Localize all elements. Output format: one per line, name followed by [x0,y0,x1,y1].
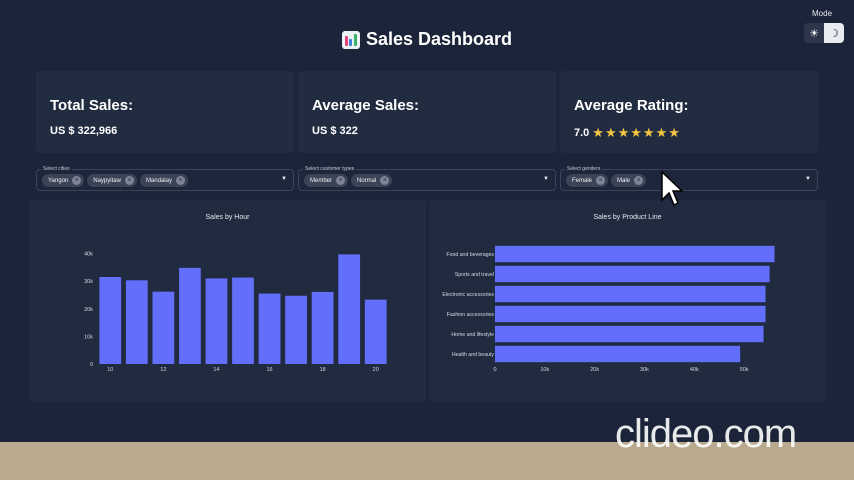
chip-label: Female [572,177,593,184]
page-title: Sales Dashboard [365,29,513,49]
chip-male: Male × [611,174,647,187]
chart-title: Sales by Product Line [593,214,662,221]
remove-chip-icon[interactable]: × [124,176,134,185]
dashboard-app: Mode ☀ ☽ Sales Dashboard Total Sales: US… [0,0,854,442]
chip-normal: Normal × [351,174,393,187]
bar-hour-17 [285,295,307,364]
y-tick-label: 30k [84,279,93,285]
category-label: Food and beverages [446,252,494,258]
chip-label: Male [617,177,631,184]
bar-product-3 [495,305,766,323]
mouse-cursor-icon [661,170,684,207]
page-header: Sales Dashboard [0,29,854,50]
bar-hour-12 [152,291,175,364]
bar-hour-16 [258,293,281,364]
chip-naypyitaw: Naypyitaw × [87,174,137,187]
bar-hour-20 [364,299,387,364]
chevron-down-icon[interactable]: ▼ [281,176,287,182]
sales-by-product-line-panel: Sales by Product Line Food and beverages… [429,200,826,402]
x-tick-label: 40k [690,367,699,373]
bar-product-5 [495,345,741,363]
bar-chart-icon [341,30,360,49]
chart-title: Sales by Hour [205,214,250,221]
gender-filter-select[interactable]: Select genders Female × Male × ▼ [560,166,818,191]
bar-hour-13 [179,267,201,364]
kpi-label: Average Sales: [312,97,420,114]
category-label: Fashion accessories [447,312,495,318]
star-rating-icon: ★★★★★★★ [592,125,681,140]
mode-label: Mode [812,9,833,18]
chip-female: Female × [566,174,609,187]
kpi-total-sales-card: Total Sales: US $ 322,966 [36,71,294,153]
sales-by-product-line-chart: Food and beverages Sports and travel Elect… [442,245,775,373]
y-tick-label: 0 [90,362,93,368]
x-tick-label: 20 [373,367,379,373]
x-tick-label: 0 [493,367,496,373]
x-tick-label: 12 [160,367,166,373]
x-tick-label: 14 [213,367,219,373]
chip-label: Mandalay [145,177,172,184]
remove-chip-icon[interactable]: × [634,176,644,185]
chip-label: Yangon [48,177,69,184]
watermark-logo: clideo.com [615,412,797,456]
category-label: Health and beauty [452,352,495,358]
customer-type-filter-select[interactable]: Select customer types Member × Normal × ▼ [298,166,556,191]
kpi-value: 7.0 [574,127,590,139]
chip-label: Naypyitaw [93,177,121,184]
category-label: Home and lifestyle [451,332,494,338]
kpi-average-sales-card: Average Sales: US $ 322 [298,71,556,153]
sales-by-hour-chart: 0 10k 20k 30k 40k 10 12 14 16 18 20 [84,252,387,373]
kpi-value: US $ 322,966 [50,125,118,137]
chevron-down-icon[interactable]: ▼ [543,176,549,182]
remove-chip-icon[interactable]: × [380,176,390,185]
x-tick-label: 16 [266,367,272,373]
filter-label: Select genders [565,166,603,172]
x-tick-label: 20k [590,367,599,373]
remove-chip-icon[interactable]: × [72,176,82,185]
remove-chip-icon[interactable]: × [175,176,185,185]
category-label: Sports and travel [455,272,494,278]
kpi-label: Total Sales: [50,97,134,114]
x-tick-label: 10k [540,367,549,373]
x-tick-label: 10 [107,367,113,373]
kpi-rating-row: 7.0 ★★★★★★★ [574,125,804,141]
bar-hour-15 [232,277,254,364]
kpi-average-rating-card: Average Rating: 7.0 ★★★★★★★ [560,71,818,153]
x-tick-label: 50k [740,367,749,373]
bar-hour-11 [125,280,148,364]
bar-product-2 [495,285,766,303]
y-tick-label: 20k [84,307,93,313]
bar-product-4 [495,325,764,343]
kpi-label: Average Rating: [574,97,689,114]
x-tick-label: 30k [640,367,649,373]
chip-member: Member × [304,174,349,187]
x-tick-label: 18 [320,367,326,373]
filter-label: Select customer types [303,166,357,172]
sales-by-hour-panel: Sales by Hour 0 10k 20k 30k 40k 10 12 14 16 18 20 [29,200,426,402]
remove-chip-icon[interactable]: × [596,176,606,185]
category-label: Electronic accessories [442,292,494,298]
y-tick-label: 10k [84,334,93,340]
bar-hour-19 [338,254,361,364]
bar-hour-14 [205,278,228,364]
remove-chip-icon[interactable]: × [336,176,346,185]
chip-label: Normal [357,177,377,184]
kpi-value: US $ 322 [312,125,358,137]
chip-mandalay: Mandalay × [139,174,188,187]
bar-product-0 [495,245,775,263]
filter-label: Select cities [41,166,72,172]
y-tick-label: 40k [84,252,93,258]
bar-product-1 [495,265,770,283]
bar-hour-18 [311,291,334,364]
bar-hour-10 [99,277,122,364]
chip-yangon: Yangon × [42,174,85,187]
chip-label: Member [310,177,333,184]
chevron-down-icon[interactable]: ▼ [805,176,811,182]
city-filter-select[interactable]: Select cities Yangon × Naypyitaw × Mandala… [36,166,294,191]
